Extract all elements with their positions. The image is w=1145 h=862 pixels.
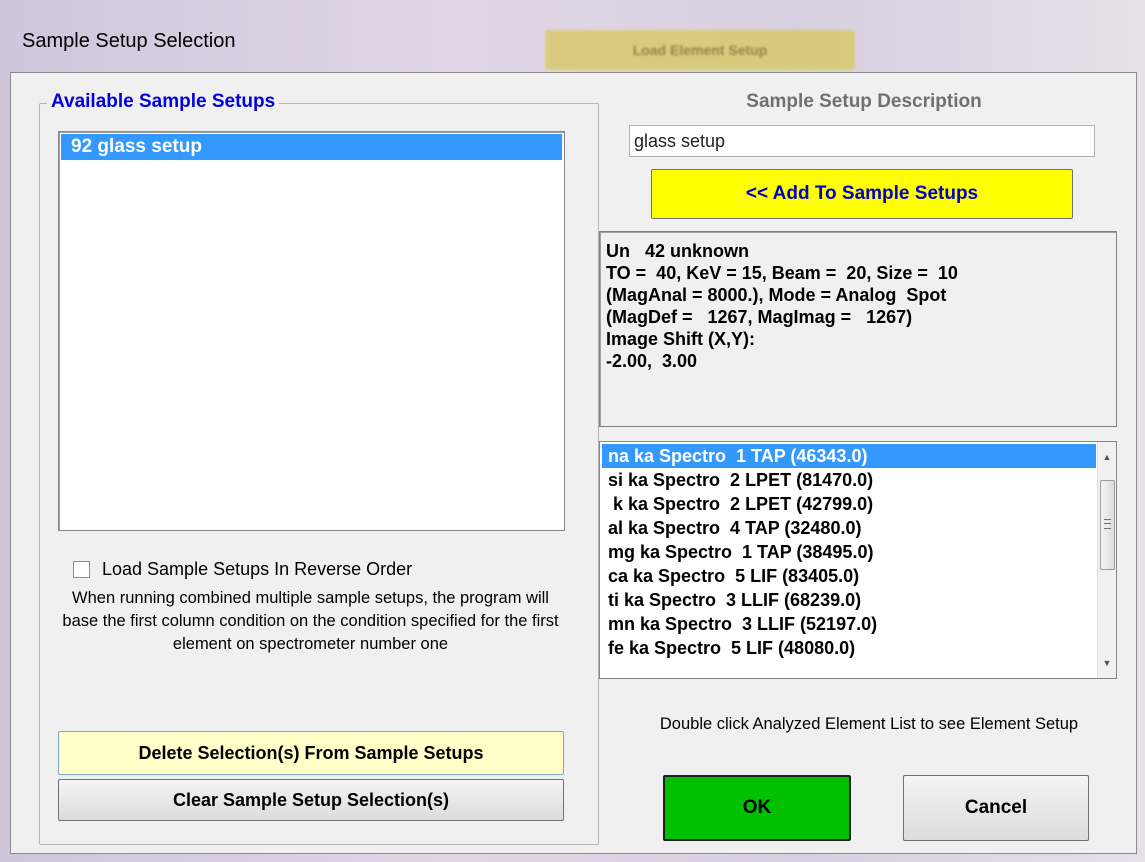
element-list-item[interactable]: fe ka Spectro 5 LIF (48080.0) xyxy=(602,636,1096,660)
element-list-item[interactable]: al ka Spectro 4 TAP (32480.0) xyxy=(602,516,1096,540)
element-list-item[interactable]: si ka Spectro 2 LPET (81470.0) xyxy=(602,468,1096,492)
info-line: TO = 40, KeV = 15, Beam = 20, Size = 10 xyxy=(606,263,958,283)
element-list-item[interactable]: mg ka Spectro 1 TAP (38495.0) xyxy=(602,540,1096,564)
element-list-item[interactable]: ti ka Spectro 3 LLIF (68239.0) xyxy=(602,588,1096,612)
dialog-window: Sample Setup Selection Load Element Setu… xyxy=(0,0,1145,862)
available-setups-title: Available Sample Setups xyxy=(47,91,280,113)
reverse-order-label[interactable]: Load Sample Setups In Reverse Order xyxy=(102,559,412,580)
scroll-down-arrow-icon[interactable]: ▼ xyxy=(1098,654,1116,672)
info-line: (MagDef = 1267, MagImag = 1267) xyxy=(606,307,913,327)
info-line: Image Shift (X,Y): xyxy=(606,329,756,349)
info-line: (MagAnal = 8000.), Mode = Analog Spot xyxy=(606,285,947,305)
scroll-thumb[interactable] xyxy=(1100,480,1115,570)
info-line: -2.00, 3.00 xyxy=(606,351,698,371)
info-line: Un 42 unknown xyxy=(606,241,750,261)
element-list-item[interactable]: k ka Spectro 2 LPET (42799.0) xyxy=(602,492,1096,516)
reverse-order-option[interactable]: Load Sample Setups In Reverse Order xyxy=(73,559,412,580)
element-list-scrollbar[interactable]: ▲ ▼ xyxy=(1097,442,1116,678)
clear-selection-button[interactable]: Clear Sample Setup Selection(s) xyxy=(58,779,564,821)
available-setups-list[interactable]: 92 glass setup xyxy=(58,131,565,531)
window-title: Sample Setup Selection xyxy=(22,30,236,52)
background-load-element-setup-button: Load Element Setup xyxy=(545,30,855,70)
description-input[interactable]: glass setup xyxy=(629,125,1095,157)
dialog-client-area: Available Sample Setups 92 glass setup L… xyxy=(10,72,1137,854)
scroll-up-arrow-icon[interactable]: ▲ xyxy=(1098,448,1116,466)
element-list-item[interactable]: na ka Spectro 1 TAP (46343.0) xyxy=(602,444,1096,468)
setup-list-item[interactable]: 92 glass setup xyxy=(61,134,562,160)
add-to-sample-setups-button[interactable]: << Add To Sample Setups xyxy=(651,169,1073,219)
element-list-hint: Double click Analyzed Element List to se… xyxy=(659,715,1079,733)
delete-selection-button[interactable]: Delete Selection(s) From Sample Setups xyxy=(58,731,564,775)
setup-info-box: Un 42 unknown TO = 40, KeV = 15, Beam = … xyxy=(599,231,1117,427)
grip-icon xyxy=(1104,519,1111,529)
element-items: na ka Spectro 1 TAP (46343.0) si ka Spec… xyxy=(602,444,1096,660)
analyzed-element-list[interactable]: na ka Spectro 1 TAP (46343.0) si ka Spec… xyxy=(599,441,1117,679)
cancel-button[interactable]: Cancel xyxy=(903,775,1089,841)
combined-setups-help-text: When running combined multiple sample se… xyxy=(62,589,559,653)
description-heading: Sample Setup Description xyxy=(746,91,982,112)
reverse-order-checkbox[interactable] xyxy=(73,561,90,578)
ok-button[interactable]: OK xyxy=(663,775,851,841)
element-list-item[interactable]: mn ka Spectro 3 LLIF (52197.0) xyxy=(602,612,1096,636)
element-list-item[interactable]: ca ka Spectro 5 LIF (83405.0) xyxy=(602,564,1096,588)
